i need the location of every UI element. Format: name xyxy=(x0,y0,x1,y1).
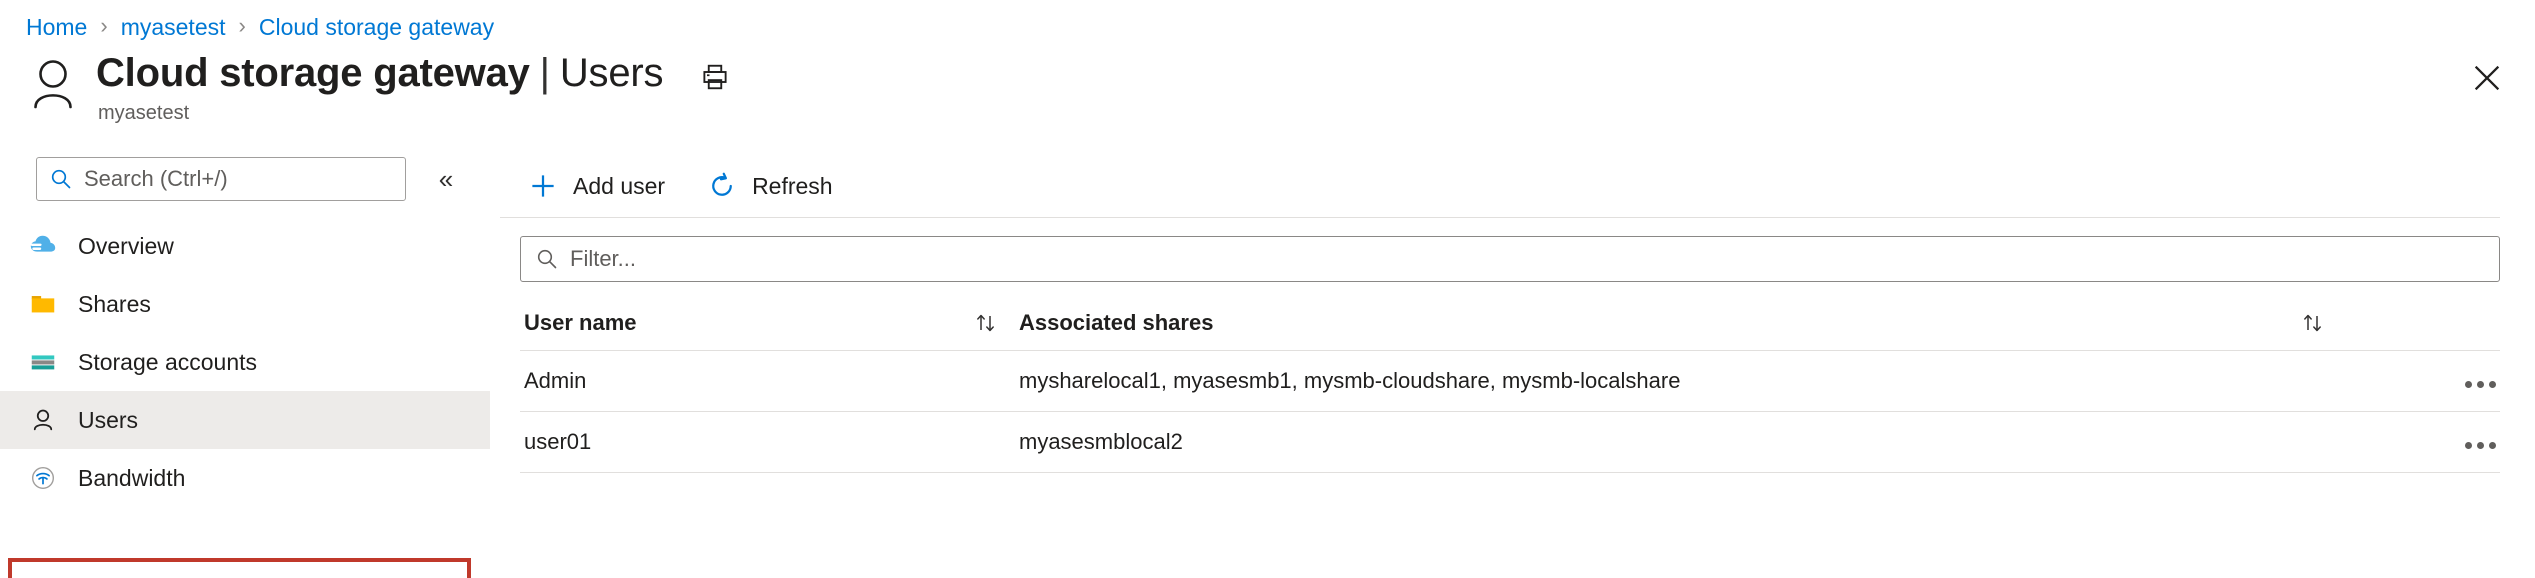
refresh-button[interactable]: Refresh xyxy=(699,163,849,209)
bandwidth-icon xyxy=(24,459,62,497)
blade-main-content: Add user Refresh Filter... User name Ass… xyxy=(500,155,2535,578)
search-icon xyxy=(49,167,73,191)
page-title-separator: | xyxy=(539,51,550,95)
cloud-icon xyxy=(24,227,62,265)
more-options-icon[interactable] xyxy=(2461,375,2500,394)
table-header: User name Associated shares xyxy=(520,298,2500,351)
cell-user-name: user01 xyxy=(520,411,1015,473)
table-row[interactable]: Admin mysharelocal1, myasesmb1, mysmb-cl… xyxy=(520,350,2500,412)
page-subtitle: myasetest xyxy=(98,102,190,125)
search-icon xyxy=(535,247,559,271)
sidebar-item-label: Overview xyxy=(78,232,174,259)
title-line: Cloud storage gateway | Users xyxy=(96,51,733,95)
breadcrumb-item-cloud-storage-gateway[interactable]: Cloud storage gateway xyxy=(259,14,494,41)
search-input[interactable]: Search (Ctrl+/) xyxy=(36,157,406,201)
column-header-associated-shares[interactable]: Associated shares xyxy=(1015,298,2342,351)
filter-input[interactable]: Filter... xyxy=(520,236,2500,282)
cell-associated-shares: mysharelocal1, myasesmb1, mysmb-cloudsha… xyxy=(1015,350,2342,412)
breadcrumb-item-home[interactable]: Home xyxy=(26,14,87,41)
close-icon[interactable] xyxy=(2467,58,2507,98)
cell-user-name: Admin xyxy=(520,350,1015,412)
user-icon xyxy=(26,52,80,114)
sidebar-item-overview[interactable]: Overview xyxy=(0,217,490,275)
column-header-actions xyxy=(2341,298,2500,351)
table-header-row: User name Associated shares xyxy=(520,298,2500,351)
breadcrumb-separator-icon: › xyxy=(100,13,108,38)
collapse-sidebar-icon[interactable]: « xyxy=(430,163,462,195)
sidebar-item-label: Storage accounts xyxy=(78,348,258,375)
breadcrumb: Home › myasetest › Cloud storage gateway xyxy=(26,10,494,44)
refresh-icon xyxy=(705,169,739,203)
refresh-label: Refresh xyxy=(752,172,833,199)
search-placeholder: Search (Ctrl+/) xyxy=(84,166,228,191)
column-header-label: User name xyxy=(524,310,637,335)
column-header-label: Associated shares xyxy=(1019,310,1214,335)
sidebar-nav-list: Overview Shares Storage accounts Users B… xyxy=(0,217,490,507)
table-row[interactable]: user01 myasesmblocal2 xyxy=(520,411,2500,473)
column-header-user-name[interactable]: User name xyxy=(520,298,1015,351)
sidebar-search-row: Search (Ctrl+/) « xyxy=(0,155,490,203)
command-toolbar: Add user Refresh xyxy=(500,155,2535,217)
sidebar-item-storage-accounts[interactable]: Storage accounts xyxy=(0,333,490,391)
page-title-sub: Users xyxy=(559,51,664,95)
add-user-label: Add user xyxy=(573,172,666,199)
sidebar-item-shares[interactable]: Shares xyxy=(0,275,490,333)
cell-actions xyxy=(2341,411,2500,473)
blade-sidebar: Search (Ctrl+/) « Overview Shares Storag… xyxy=(0,155,490,578)
plus-icon xyxy=(526,169,560,203)
sidebar-item-label: Users xyxy=(78,406,139,433)
users-table: User name Associated shares Admin myshar… xyxy=(520,298,2500,473)
azure-portal-blade: Home › myasetest › Cloud storage gateway… xyxy=(0,0,2535,578)
sort-arrows-icon[interactable] xyxy=(973,311,999,335)
blade-title-block: Cloud storage gateway | Users myasetest xyxy=(26,51,733,125)
sidebar-item-users[interactable]: Users xyxy=(0,391,490,449)
breadcrumb-item-myasetest[interactable]: myasetest xyxy=(121,14,226,41)
cell-actions xyxy=(2341,350,2500,412)
sidebar-item-label: Bandwidth xyxy=(78,464,186,491)
more-options-icon[interactable] xyxy=(2461,436,2500,455)
folder-icon xyxy=(24,285,62,323)
user-icon xyxy=(24,401,62,439)
page-title: Cloud storage gateway | Users xyxy=(96,51,664,95)
print-icon[interactable] xyxy=(697,59,733,95)
table-body: Admin mysharelocal1, myasesmb1, mysmb-cl… xyxy=(520,350,2500,473)
annotation-highlight-users xyxy=(8,558,471,578)
add-user-button[interactable]: Add user xyxy=(520,163,681,209)
sidebar-item-label: Shares xyxy=(78,290,151,317)
breadcrumb-separator-icon: › xyxy=(238,13,246,38)
filter-placeholder: Filter... xyxy=(570,246,637,271)
sort-arrows-icon[interactable] xyxy=(2300,311,2326,335)
cell-associated-shares: myasesmblocal2 xyxy=(1015,411,2342,473)
sidebar-item-bandwidth[interactable]: Bandwidth xyxy=(0,449,490,507)
page-title-main: Cloud storage gateway xyxy=(96,51,530,95)
title-text-wrap: Cloud storage gateway | Users myasetest xyxy=(96,51,733,125)
storage-account-icon xyxy=(24,343,62,381)
filter-row: Filter... xyxy=(500,218,2535,282)
